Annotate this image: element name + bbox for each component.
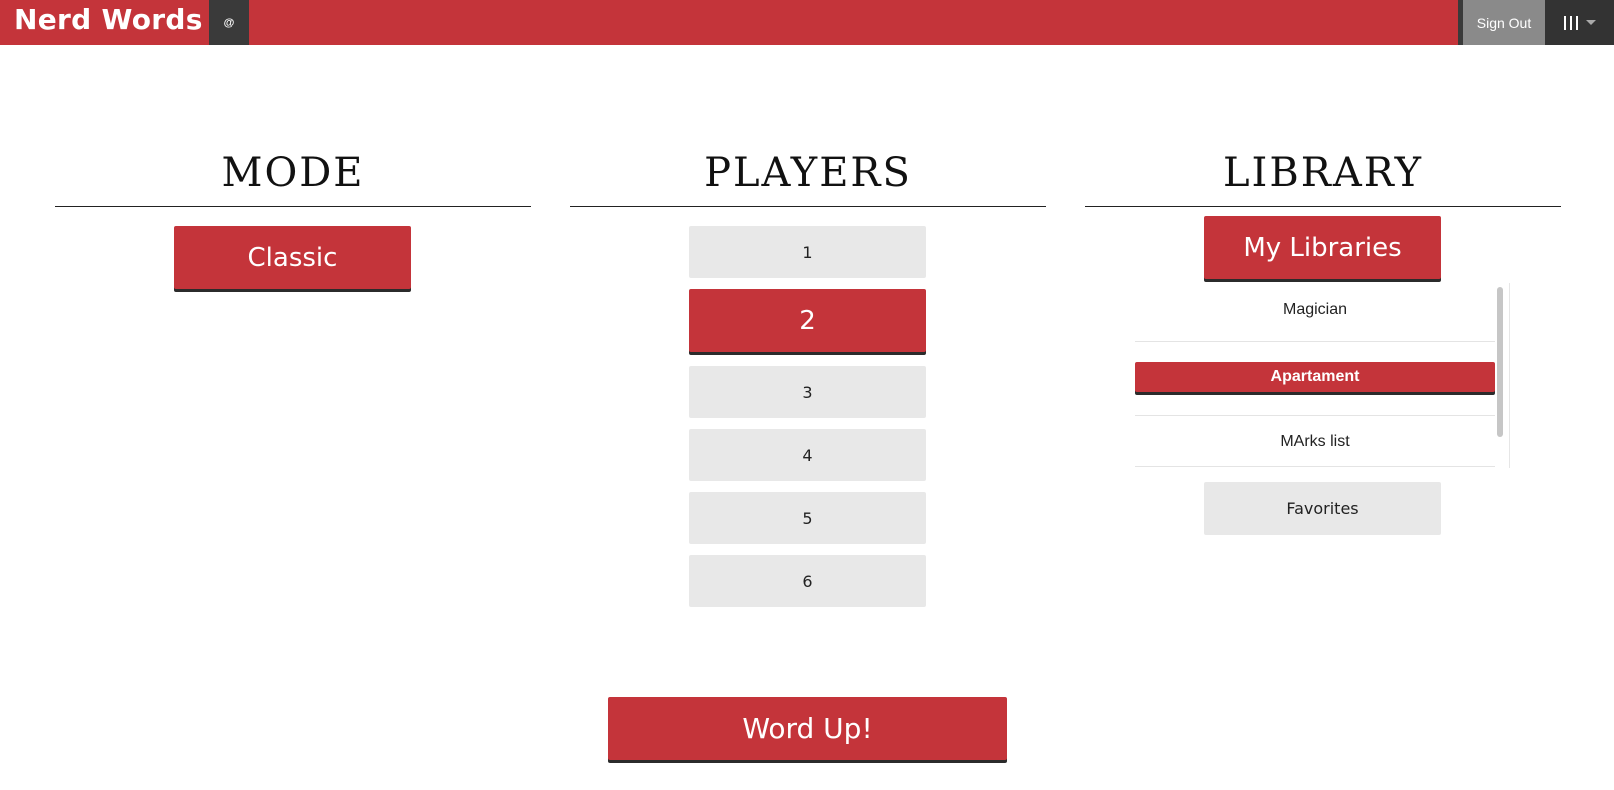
sign-out-button[interactable]: Sign Out bbox=[1463, 0, 1545, 45]
favorites-button[interactable]: Favorites bbox=[1204, 482, 1441, 535]
word-up-button[interactable]: Word Up! bbox=[608, 697, 1007, 760]
caret-down-icon bbox=[1585, 20, 1596, 25]
my-libraries-button[interactable]: My Libraries bbox=[1204, 216, 1441, 279]
list-divider bbox=[1135, 415, 1495, 416]
library-scrollbar[interactable] bbox=[1497, 287, 1503, 437]
players-option-2[interactable]: 2 bbox=[689, 289, 926, 352]
list-divider bbox=[1135, 466, 1495, 467]
players-option-3[interactable]: 3 bbox=[689, 366, 926, 418]
library-item-apartament[interactable]: Apartament bbox=[1135, 362, 1495, 392]
top-navbar: Nerd Words @ Sign Out bbox=[0, 0, 1614, 45]
library-list[interactable]: Magician Apartament MArks list bbox=[1135, 283, 1510, 468]
bars-icon bbox=[1563, 15, 1578, 30]
at-button[interactable]: @ bbox=[209, 0, 249, 45]
mode-classic-button[interactable]: Classic bbox=[174, 226, 411, 289]
players-option-4[interactable]: 4 bbox=[689, 429, 926, 481]
mode-heading: MODE bbox=[221, 150, 365, 196]
library-item-marks-list[interactable]: MArks list bbox=[1135, 421, 1495, 463]
players-heading: PLAYERS bbox=[704, 150, 912, 196]
mode-divider bbox=[55, 206, 531, 207]
brand-logo[interactable]: Nerd Words bbox=[14, 3, 203, 36]
players-divider bbox=[570, 206, 1046, 207]
library-divider bbox=[1085, 206, 1561, 207]
players-option-6[interactable]: 6 bbox=[689, 555, 926, 607]
library-item-magician[interactable]: Magician bbox=[1135, 285, 1495, 335]
players-option-5[interactable]: 5 bbox=[689, 492, 926, 544]
menu-dropdown-button[interactable] bbox=[1545, 0, 1614, 45]
list-divider bbox=[1135, 341, 1495, 342]
players-option-1[interactable]: 1 bbox=[689, 226, 926, 278]
library-heading: LIBRARY bbox=[1222, 150, 1424, 196]
